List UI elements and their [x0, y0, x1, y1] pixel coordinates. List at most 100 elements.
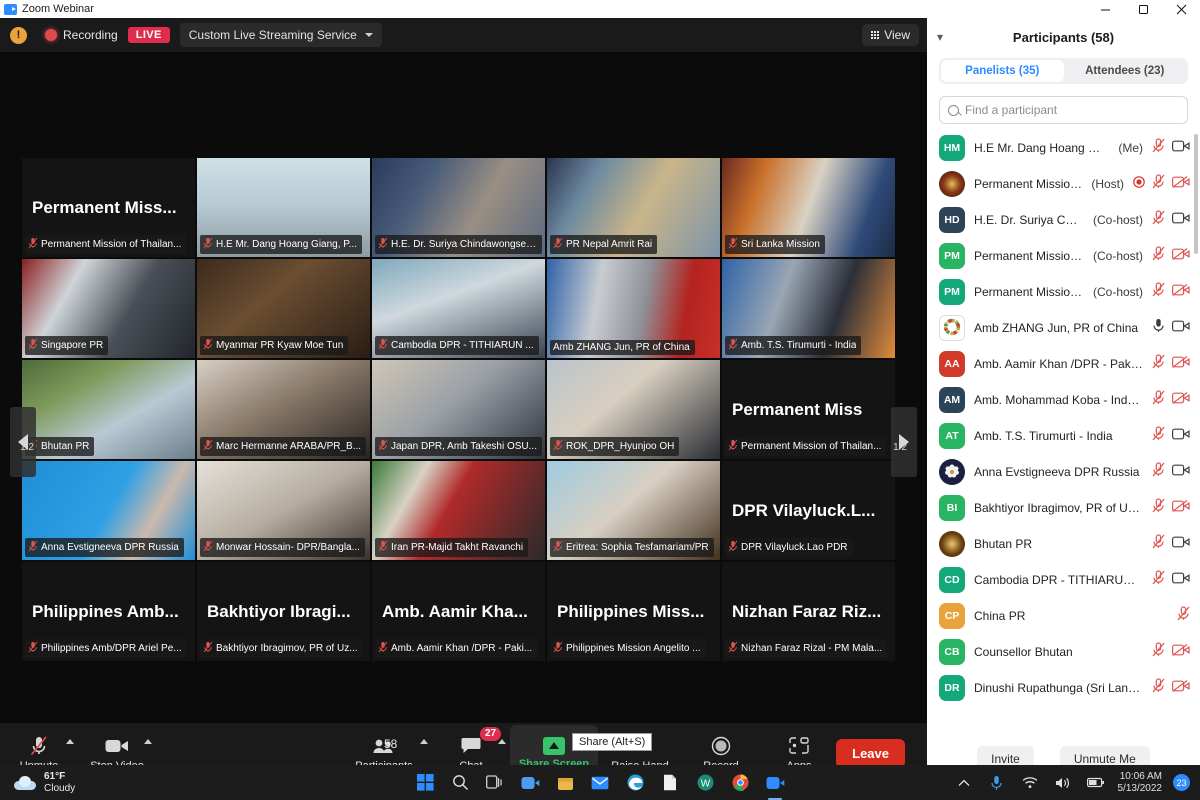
- security-shield-icon[interactable]: !: [10, 26, 27, 44]
- microphone-icon[interactable]: [1152, 318, 1165, 338]
- video-tile[interactable]: Philippines Amb... Philippines Amb/DPR Ar…: [22, 562, 195, 661]
- show-hidden-icons-chevron-icon[interactable]: [953, 772, 975, 794]
- task-view-icon[interactable]: [484, 772, 506, 794]
- video-tile[interactable]: Myanmar PR Kyaw Moe Tun: [197, 259, 370, 358]
- whiteboard-icon[interactable]: W: [694, 772, 716, 794]
- zoom-taskbar-icon[interactable]: [519, 772, 541, 794]
- microphone-muted-icon[interactable]: [1152, 246, 1165, 266]
- live-stream-service-dropdown[interactable]: Custom Live Streaming Service: [179, 23, 382, 47]
- microphone-muted-icon[interactable]: [1152, 174, 1165, 194]
- video-tile[interactable]: Bakhtiyor Ibragi... Bakhtiyor Ibragimov, …: [197, 562, 370, 661]
- document-icon[interactable]: [659, 772, 681, 794]
- camera-off-icon[interactable]: [1172, 355, 1190, 373]
- video-tile[interactable]: Monwar Hossain- DPR/Bangla...: [197, 461, 370, 560]
- microphone-muted-icon[interactable]: [1152, 642, 1165, 662]
- microphone-muted-icon[interactable]: [1152, 462, 1165, 482]
- chevron-down-icon[interactable]: ▾: [937, 30, 943, 44]
- search-participant-field[interactable]: Find a participant: [939, 96, 1188, 124]
- microphone-muted-icon[interactable]: [1152, 678, 1165, 698]
- participant-row[interactable]: PM Permanent Mission o... (Co-host): [927, 238, 1200, 274]
- video-tile[interactable]: H.E Mr. Dang Hoang Giang, P...: [197, 158, 370, 257]
- participant-list[interactable]: HM H.E Mr. Dang Hoang Gian... (Me) Permanen…: [927, 130, 1200, 735]
- leave-button[interactable]: Leave: [836, 738, 905, 768]
- camera-icon[interactable]: [1172, 463, 1190, 481]
- maximize-button[interactable]: [1124, 0, 1162, 18]
- chrome-icon[interactable]: [729, 772, 751, 794]
- video-tile[interactable]: PR Nepal Amrit Rai: [547, 158, 720, 257]
- close-button[interactable]: [1162, 0, 1200, 18]
- zoom-meeting-taskbar-icon[interactable]: [764, 772, 786, 800]
- microphone-muted-icon[interactable]: [1152, 210, 1165, 230]
- video-tile[interactable]: Philippines Miss... Philippines Mission A…: [547, 562, 720, 661]
- camera-off-icon[interactable]: [1172, 679, 1190, 697]
- video-tile[interactable]: Anna Evstigneeva DPR Russia: [22, 461, 195, 560]
- battery-icon[interactable]: [1085, 772, 1107, 794]
- camera-off-icon[interactable]: [1172, 283, 1190, 301]
- audio-options-chevron-icon[interactable]: [66, 739, 74, 744]
- participants-options-chevron-icon[interactable]: [420, 739, 428, 744]
- participant-row[interactable]: DR Dinushi Rupathunga (Sri Lanka): [927, 670, 1200, 706]
- video-tile[interactable]: Permanent Miss... Permanent Mission of Th…: [22, 158, 195, 257]
- participant-row[interactable]: Amb ZHANG Jun, PR of China: [927, 310, 1200, 346]
- search-icon[interactable]: [449, 772, 471, 794]
- video-tile[interactable]: ROK_DPR_Hyunjoo OH: [547, 360, 720, 459]
- participant-row[interactable]: Bhutan PR: [927, 526, 1200, 562]
- camera-icon[interactable]: [1172, 319, 1190, 337]
- participant-row[interactable]: BI Bakhtiyor Ibragimov, PR of Uzb...: [927, 490, 1200, 526]
- participant-row[interactable]: AM Amb. Mohammad Koba - Indon...: [927, 382, 1200, 418]
- video-tile[interactable]: Permanent Miss Permanent Mission of Thail…: [722, 360, 895, 459]
- camera-off-icon[interactable]: [1172, 175, 1190, 193]
- microphone-muted-icon[interactable]: [1152, 282, 1165, 302]
- participant-row[interactable]: HM H.E Mr. Dang Hoang Gian... (Me): [927, 130, 1200, 166]
- camera-off-icon[interactable]: [1172, 643, 1190, 661]
- tab-attendees[interactable]: Attendees (23): [1064, 60, 1187, 82]
- camera-icon[interactable]: [1172, 139, 1190, 157]
- start-button-icon[interactable]: [414, 772, 436, 794]
- participant-row[interactable]: CD Cambodia DPR - TITHIARUN M...: [927, 562, 1200, 598]
- microphone-muted-icon[interactable]: [1152, 390, 1165, 410]
- video-tile[interactable]: Amb. Aamir Kha... Amb. Aamir Khan /DPR - …: [372, 562, 545, 661]
- camera-icon[interactable]: [1172, 535, 1190, 553]
- video-tile[interactable]: DPR Vilayluck.L... DPR Vilayluck.Lao PDR: [722, 461, 895, 560]
- chat-options-chevron-icon[interactable]: [498, 739, 506, 744]
- video-tile[interactable]: Amb ZHANG Jun, PR of China: [547, 259, 720, 358]
- participant-row[interactable]: AT Amb. T.S. Tirumurti - India: [927, 418, 1200, 454]
- video-tile[interactable]: Japan DPR, Amb Takeshi OSU...: [372, 360, 545, 459]
- video-tile[interactable]: Singapore PR: [22, 259, 195, 358]
- video-tile[interactable]: Iran PR-Majid Takht Ravanchi: [372, 461, 545, 560]
- camera-off-icon[interactable]: [1172, 247, 1190, 265]
- microphone-muted-icon[interactable]: [1152, 570, 1165, 590]
- recording-indicator[interactable]: Recording: [45, 28, 118, 42]
- microphone-muted-icon[interactable]: [1177, 606, 1190, 626]
- participant-row[interactable]: CB Counsellor Bhutan: [927, 634, 1200, 670]
- participant-row[interactable]: HD H.E. Dr. Suriya Chinda... (Co-host): [927, 202, 1200, 238]
- volume-icon[interactable]: [1052, 772, 1074, 794]
- store-icon[interactable]: [554, 772, 576, 794]
- video-tile[interactable]: Bhutan PR: [22, 360, 195, 459]
- camera-off-icon[interactable]: [1172, 391, 1190, 409]
- participant-row[interactable]: Permanent Mission ... (Host): [927, 166, 1200, 202]
- video-tile[interactable]: Amb. T.S. Tirumurti - India: [722, 259, 895, 358]
- camera-icon[interactable]: [1172, 427, 1190, 445]
- edge-icon[interactable]: [624, 772, 646, 794]
- video-tile[interactable]: H.E. Dr. Suriya Chindawongse,...: [372, 158, 545, 257]
- participant-row[interactable]: CP China PR: [927, 598, 1200, 634]
- camera-icon[interactable]: [1172, 571, 1190, 589]
- mail-icon[interactable]: [589, 772, 611, 794]
- microphone-muted-icon[interactable]: [1152, 354, 1165, 374]
- video-tile[interactable]: Marc Hermanne ARABA/PR_B...: [197, 360, 370, 459]
- taskbar-weather-widget[interactable]: 61°F Cloudy: [14, 771, 75, 795]
- wifi-icon[interactable]: [1019, 772, 1041, 794]
- microphone-muted-icon[interactable]: [1152, 426, 1165, 446]
- participant-row[interactable]: Anna Evstigneeva DPR Russia: [927, 454, 1200, 490]
- tab-panelists[interactable]: Panelists (35): [941, 60, 1064, 82]
- view-button[interactable]: View: [862, 24, 919, 46]
- video-tile[interactable]: Nizhan Faraz Riz... Nizhan Faraz Rizal - …: [722, 562, 895, 661]
- participant-list-scrollbar[interactable]: [1194, 134, 1198, 254]
- microphone-tray-icon[interactable]: [986, 772, 1008, 794]
- participant-row[interactable]: AA Amb. Aamir Khan /DPR - Pakist...: [927, 346, 1200, 382]
- video-tile[interactable]: Eritrea: Sophia Tesfamariam/PR: [547, 461, 720, 560]
- video-options-chevron-icon[interactable]: [144, 739, 152, 744]
- video-tile[interactable]: Sri Lanka Mission: [722, 158, 895, 257]
- camera-icon[interactable]: [1172, 211, 1190, 229]
